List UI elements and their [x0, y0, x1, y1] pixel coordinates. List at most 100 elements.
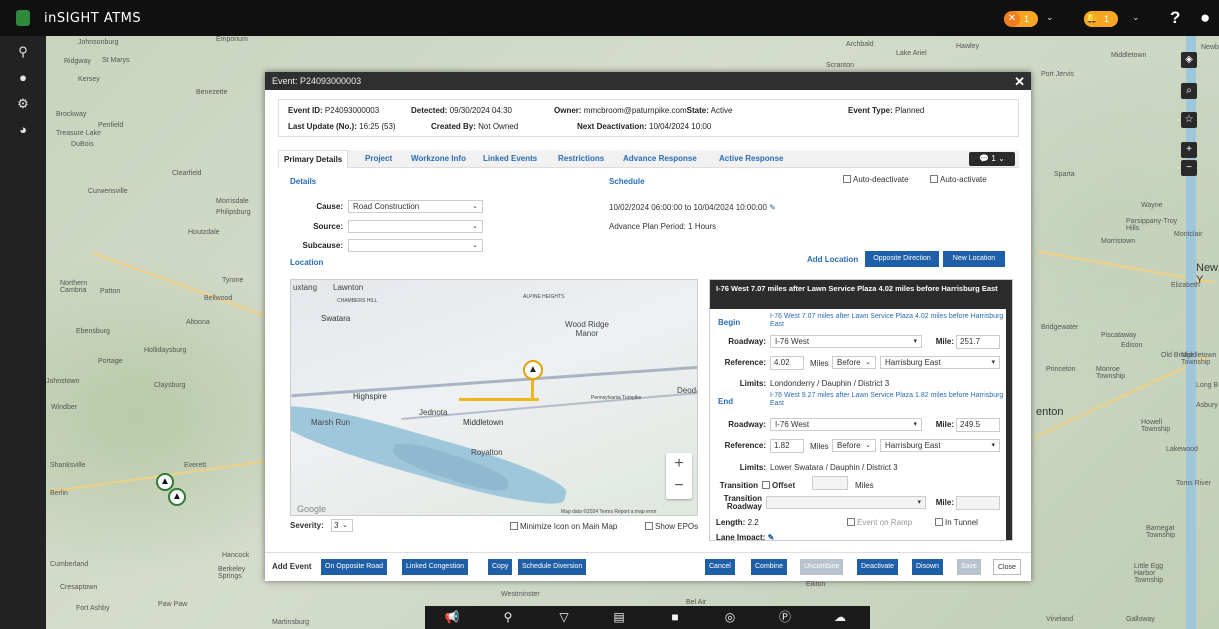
- end-mile-input[interactable]: 249.5: [956, 418, 1000, 432]
- show-epos-toggle[interactable]: Show EPOs: [645, 522, 698, 531]
- zoom-in-icon[interactable]: +: [1181, 142, 1197, 158]
- new-location-button[interactable]: New Location: [943, 251, 1005, 267]
- notifications-button[interactable]: 🔔 1: [1084, 11, 1118, 27]
- end-limits-label: Limits:: [739, 463, 766, 472]
- event-marker[interactable]: ▲: [168, 488, 186, 506]
- parking-icon[interactable]: Ⓟ: [777, 610, 793, 625]
- checkbox[interactable]: [762, 481, 770, 489]
- event-on-ramp-label: Event on Ramp: [857, 518, 913, 527]
- severity-select[interactable]: 3 ⌄: [331, 519, 353, 532]
- end-ref-point-select[interactable]: Harrisburg East ▾: [880, 439, 1000, 452]
- begin-limits-label: Limits:: [739, 379, 766, 388]
- begin-before-select[interactable]: Before ⌄: [832, 356, 876, 369]
- copy-button[interactable]: Copy: [488, 559, 513, 575]
- chevron-down-icon: ▾: [991, 359, 995, 366]
- cause-select[interactable]: Road Construction ⌄: [348, 200, 483, 213]
- checkbox[interactable]: [843, 175, 851, 183]
- map-label: Everett: [184, 462, 207, 469]
- on-opposite-road-button[interactable]: On Opposite Road: [321, 559, 387, 575]
- chevron-down-icon: ⌄: [342, 522, 348, 529]
- search-icon[interactable]: ⌕: [1181, 83, 1197, 99]
- checkbox[interactable]: [847, 518, 855, 526]
- location-map[interactable]: uxtang Lawnton CHAMBERS HILL Swatara ALP…: [290, 279, 698, 516]
- begin-roadway-select[interactable]: I-76 West ▾: [770, 335, 922, 348]
- subcause-select[interactable]: ⌄: [348, 239, 483, 252]
- tab-project[interactable]: Project: [360, 150, 397, 168]
- alerts-button[interactable]: ✕ 1: [1004, 11, 1038, 27]
- cancel-button[interactable]: Cancel: [705, 559, 735, 575]
- offset-toggle[interactable]: Offset: [762, 481, 795, 490]
- close-icon[interactable]: ✕: [1014, 73, 1025, 91]
- in-tunnel-toggle[interactable]: In Tunnel: [935, 518, 978, 527]
- chevron-down-icon: ⌄: [865, 359, 871, 366]
- megaphone-icon[interactable]: 📢: [444, 610, 460, 625]
- help-icon[interactable]: ?: [1170, 8, 1180, 28]
- tab-active-response[interactable]: Active Response: [714, 150, 788, 168]
- user-icon[interactable]: ●: [1200, 8, 1219, 28]
- zoom-in-icon[interactable]: +: [666, 455, 692, 473]
- close-button[interactable]: Close: [993, 559, 1021, 575]
- opposite-direction-button[interactable]: Opposite Direction: [865, 251, 939, 267]
- scrollbar[interactable]: [1006, 309, 1012, 540]
- zoom-out-icon[interactable]: −: [1181, 160, 1197, 176]
- chevron-down-icon[interactable]: ⌄: [1046, 12, 1054, 23]
- map-label: Edison: [1121, 342, 1143, 349]
- tab-workzone-info[interactable]: Workzone Info: [406, 150, 471, 168]
- event-pin[interactable]: ▲: [523, 360, 543, 380]
- begin-reference-input[interactable]: 4.02: [770, 356, 804, 370]
- begin-mile-input[interactable]: 251.7: [956, 335, 1000, 349]
- map-pin-icon[interactable]: ⚲: [15, 44, 31, 60]
- uncombine-button[interactable]: Uncombine: [800, 559, 844, 575]
- save-button[interactable]: Save: [957, 559, 981, 575]
- event-marker[interactable]: ▲: [156, 473, 174, 491]
- tab-restrictions[interactable]: Restrictions: [553, 150, 609, 168]
- schedule-diversion-button[interactable]: Schedule Diversion: [518, 559, 587, 575]
- transition-roadway-select[interactable]: ▾: [766, 496, 926, 509]
- checkbox[interactable]: [930, 175, 938, 183]
- map-label: Morrisdale: [216, 198, 249, 205]
- detector-icon[interactable]: ◎: [722, 610, 738, 625]
- checkbox[interactable]: [935, 518, 943, 526]
- end-reference-input[interactable]: 1.82: [770, 439, 804, 453]
- end-before-value: Before: [837, 441, 861, 450]
- minimize-icon-toggle[interactable]: Minimize Icon on Main Map: [510, 522, 617, 531]
- settings-icon[interactable]: ⚙: [15, 96, 31, 112]
- map-label: Hollidaysburg: [144, 347, 187, 354]
- checkbox[interactable]: [645, 522, 653, 530]
- camera-icon[interactable]: ■: [667, 610, 683, 625]
- user-icon[interactable]: ●: [15, 70, 31, 86]
- begin-ref-point-select[interactable]: Harrisburg East ▾: [880, 356, 1000, 369]
- end-before-select[interactable]: Before ⌄: [832, 439, 876, 452]
- message-sign-icon[interactable]: ▤: [611, 610, 627, 625]
- tab-linked-events[interactable]: Linked Events: [478, 150, 542, 168]
- offset-input[interactable]: [812, 476, 848, 490]
- yield-icon[interactable]: ▽: [556, 610, 572, 625]
- source-select[interactable]: ⌄: [348, 220, 483, 233]
- map-label: Wood Ridge Manor: [565, 320, 609, 338]
- map-pin-icon[interactable]: ⚲: [500, 610, 516, 625]
- transition-mile-input[interactable]: [956, 496, 1000, 510]
- chart-icon[interactable]: ◕: [15, 122, 31, 138]
- weather-icon[interactable]: ☁: [832, 610, 848, 625]
- comments-button[interactable]: 💬 1 ⌄: [969, 152, 1015, 166]
- end-roadway-select[interactable]: I-76 West ▾: [770, 418, 922, 431]
- created-by-value: Not Owned: [478, 122, 519, 131]
- auto-activate-toggle[interactable]: Auto-activate: [930, 175, 987, 184]
- deactivate-button[interactable]: Deactivate: [857, 559, 899, 575]
- linked-congestion-button[interactable]: Linked Congestion: [402, 559, 468, 575]
- pencil-icon[interactable]: ✎: [769, 203, 776, 212]
- pencil-icon[interactable]: ✎: [768, 533, 775, 540]
- checkbox[interactable]: [510, 522, 518, 530]
- layers-icon[interactable]: ◈: [1181, 52, 1197, 68]
- zoom-out-icon[interactable]: −: [666, 477, 692, 495]
- auto-deactivate-toggle[interactable]: Auto-deactivate: [843, 175, 909, 184]
- event-on-ramp-toggle[interactable]: Event on Ramp: [847, 518, 912, 527]
- tab-primary-details[interactable]: Primary Details: [278, 150, 349, 168]
- combine-button[interactable]: Combine: [751, 559, 788, 575]
- star-icon[interactable]: ☆: [1181, 112, 1197, 128]
- map-label: Sparta: [1054, 171, 1075, 178]
- tab-advance-response[interactable]: Advance Response: [618, 150, 702, 168]
- disown-button[interactable]: Disown: [912, 559, 943, 575]
- miles-label: Miles: [810, 359, 829, 368]
- chevron-down-icon[interactable]: ⌄: [1132, 12, 1140, 23]
